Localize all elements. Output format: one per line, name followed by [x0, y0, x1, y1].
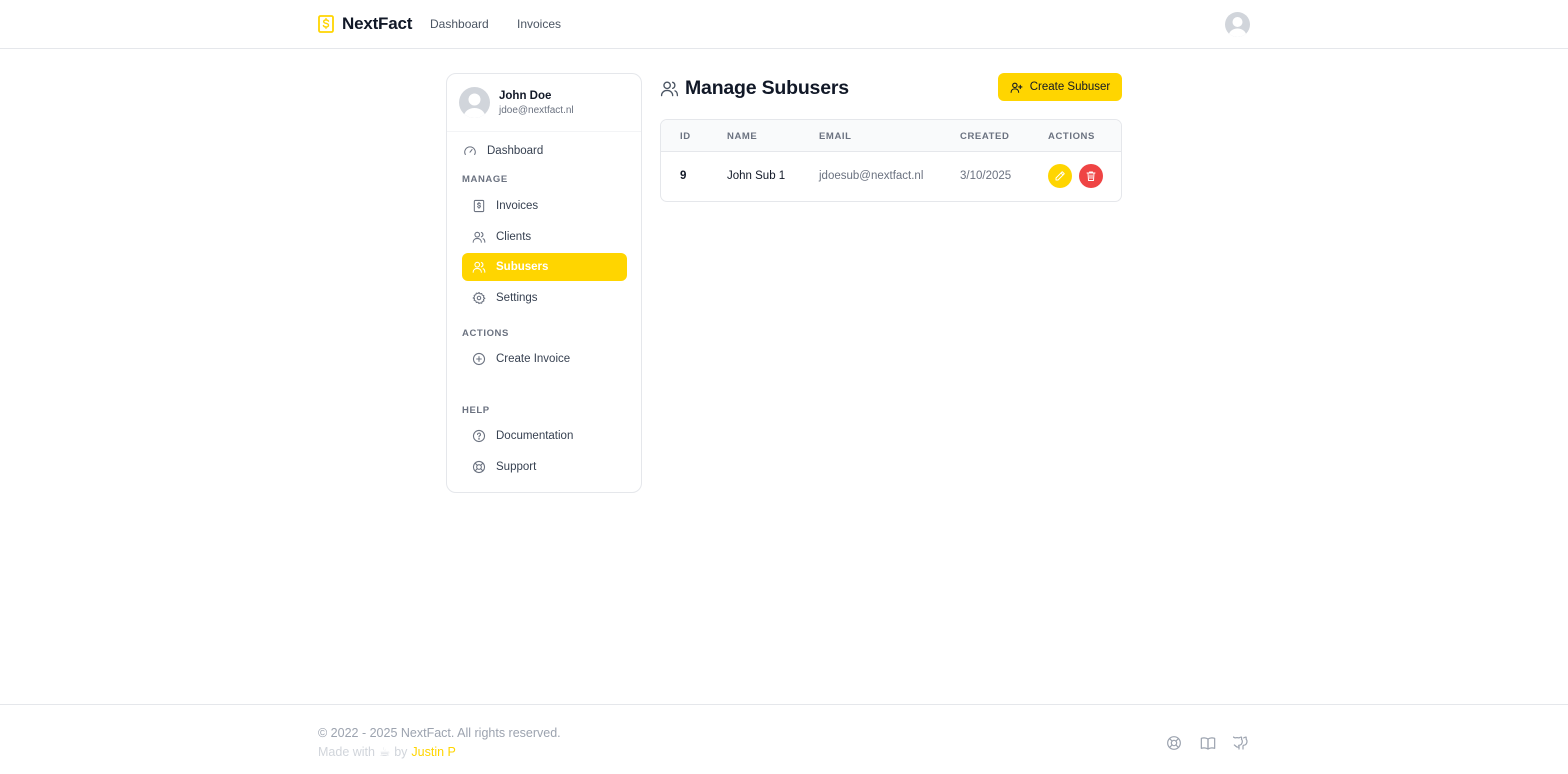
sidebar-item-dashboard[interactable]: Dashboard: [462, 137, 627, 165]
page-header: Manage Subusers: [660, 76, 849, 100]
pencil-icon: [1055, 171, 1065, 181]
create-subuser-button[interactable]: Create Subuser: [998, 73, 1122, 101]
copyright-text: © 2022 - 2025 NextFact. All rights reser…: [318, 726, 561, 740]
invoice-logo-icon: [318, 15, 334, 33]
sidebar-item-label: Support: [496, 461, 537, 473]
page-title: Manage Subusers: [685, 76, 849, 99]
lifebuoy-icon: [472, 460, 486, 474]
table-header: ID NAME EMAIL CREATED ACTIONS: [661, 120, 1121, 152]
subusers-table: ID NAME EMAIL CREATED ACTIONS 9 John Sub…: [660, 119, 1122, 202]
sidebar-profile: John Doe jdoe@nextfact.nl: [447, 74, 641, 132]
sidebar-item-label: Subusers: [496, 261, 549, 273]
column-header-name: NAME: [727, 131, 758, 142]
top-navbar: NextFact Dashboard Invoices: [0, 0, 1568, 49]
users-icon: [660, 80, 679, 96]
sidebar-item-label: Invoices: [496, 200, 539, 212]
column-header-created: CREATED: [960, 131, 1010, 142]
cell-created: 3/10/2025: [960, 170, 1012, 182]
sidebar-item-clients[interactable]: Clients: [462, 223, 627, 251]
topnav-invoices-link[interactable]: Invoices: [517, 17, 561, 31]
sidebar-item-create-invoice[interactable]: Create Invoice: [462, 345, 627, 373]
by-label: by: [394, 744, 408, 759]
column-header-id: ID: [680, 131, 691, 142]
sidebar-item-label: Clients: [496, 231, 532, 243]
footer: © 2022 - 2025 NextFact. All rights reser…: [0, 704, 1568, 774]
brand-name: NextFact: [342, 14, 413, 33]
github-icon[interactable]: [1233, 735, 1249, 751]
user-avatar[interactable]: [1225, 12, 1250, 37]
user-plus-icon: [1010, 82, 1023, 93]
invoice-icon: [473, 199, 485, 213]
table-row: 9 John Sub 1 jdoesub@nextfact.nl 3/10/20…: [661, 152, 1121, 201]
question-circle-icon: [472, 429, 486, 443]
avatar-silhouette-icon: [1228, 17, 1247, 37]
users-icon: [472, 231, 486, 243]
trash-icon: [1086, 171, 1096, 181]
gauge-icon: [464, 146, 476, 156]
section-label-manage: MANAGE: [462, 174, 508, 185]
author-link[interactable]: Justin P: [411, 745, 455, 759]
lifebuoy-icon[interactable]: [1166, 735, 1182, 751]
sidebar-item-label: Settings: [496, 292, 538, 304]
create-subuser-label: Create Subuser: [1029, 81, 1111, 93]
sidebar-item-support[interactable]: Support: [462, 453, 627, 481]
delete-subuser-button[interactable]: [1079, 164, 1103, 188]
topnav-dashboard-link[interactable]: Dashboard: [430, 17, 489, 31]
cell-name: John Sub 1: [727, 170, 786, 182]
sidebar-item-subusers[interactable]: Subusers: [462, 253, 627, 281]
brand-logo[interactable]: NextFact: [318, 13, 412, 35]
gear-icon: [472, 291, 486, 305]
cell-id: 9: [680, 170, 687, 182]
sidebar-item-documentation[interactable]: Documentation: [462, 422, 627, 450]
sidebar-item-label: Create Invoice: [496, 353, 571, 365]
made-with-text: Made with ☕ by Justin P: [318, 744, 456, 760]
sidebar-item-settings[interactable]: Settings: [462, 284, 627, 312]
coffee-icon: ☕: [378, 745, 391, 759]
profile-email: jdoe@nextfact.nl: [499, 105, 574, 116]
column-header-email: EMAIL: [819, 131, 852, 142]
book-icon[interactable]: [1200, 735, 1216, 751]
edit-subuser-button[interactable]: [1048, 164, 1072, 188]
profile-avatar: [459, 87, 490, 118]
section-label-actions: ACTIONS: [462, 328, 509, 339]
plus-circle-icon: [472, 352, 486, 366]
section-label-help: HELP: [462, 405, 490, 416]
sidebar-item-invoices[interactable]: Invoices: [462, 192, 627, 220]
sidebar-item-label: Dashboard: [487, 145, 544, 157]
sidebar-item-label: Documentation: [496, 430, 574, 442]
column-header-actions: ACTIONS: [1048, 131, 1095, 142]
cell-email: jdoesub@nextfact.nl: [819, 170, 924, 182]
users-icon: [472, 261, 486, 273]
profile-name: John Doe: [499, 90, 552, 102]
made-with-label: Made with: [318, 744, 375, 759]
avatar-silhouette-icon: [463, 93, 486, 118]
sidebar: John Doe jdoe@nextfact.nl Dashboard MANA…: [446, 73, 642, 493]
